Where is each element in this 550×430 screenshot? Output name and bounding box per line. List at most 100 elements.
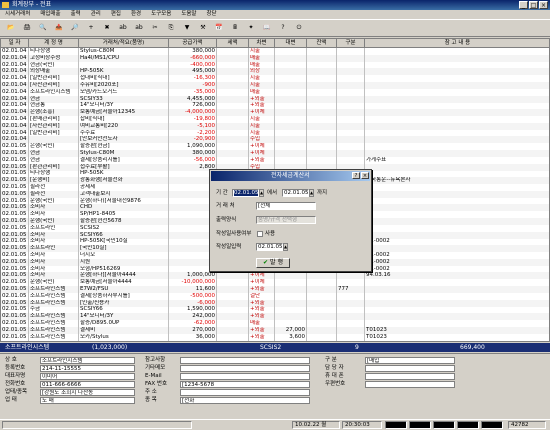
- info-type-field[interactable]: [매입: [365, 357, 455, 364]
- book-icon[interactable]: 📖: [260, 21, 274, 35]
- date-to-input[interactable]: 02.01.05: [282, 189, 309, 197]
- date-from-spinner[interactable]: ▲: [259, 189, 264, 197]
- cut-icon[interactable]: ✂: [148, 21, 162, 35]
- calc-icon[interactable]: 🖩: [228, 21, 242, 35]
- menu-item[interactable]: 출력: [66, 10, 86, 19]
- info-company-field[interactable]: 소프트라인시스템: [40, 357, 135, 364]
- info-manager-field[interactable]: [365, 365, 455, 372]
- table-row[interactable]: 02.01.05 소프트라인스템 모카/Stylus 36,000 +외출 3,600 T0…: [1, 333, 549, 341]
- preview-icon[interactable]: 🔍: [36, 21, 50, 35]
- issue-button-label: 발 행: [270, 259, 283, 266]
- open-icon[interactable]: 📂: [4, 21, 18, 35]
- date-to-spinner[interactable]: ▲: [309, 189, 314, 197]
- status-message: [2, 421, 192, 429]
- column-header[interactable]: 계 정 명: [29, 39, 79, 47]
- info-ceo-field[interactable]: 이미어: [40, 373, 135, 380]
- info-zip-field[interactable]: [365, 381, 455, 388]
- menu-item[interactable]: 창닫: [202, 10, 222, 19]
- export-icon[interactable]: 📤: [52, 21, 66, 35]
- grid-header: 일 자계 정 명 거래처/적요(품명) 공급가액 세액 차변 대변 잔액 구분 참 고 내 용: [1, 39, 549, 48]
- tool-icon[interactable]: ⚒: [196, 21, 210, 35]
- column-header[interactable]: 잔액: [307, 39, 337, 47]
- summary-bar: 소프트라인시스템 (1,023,000) SCSIS2 9 669,400: [0, 343, 550, 352]
- status-indicator: [433, 421, 455, 429]
- dialog-help-button[interactable]: ?: [352, 172, 360, 179]
- info-label: 주 소: [145, 389, 157, 395]
- table-cell: 02.01.05: [1, 333, 29, 341]
- menu-item[interactable]: 편집: [106, 10, 126, 19]
- summary-count: (1,023,000): [92, 344, 128, 351]
- column-header[interactable]: 대변: [275, 39, 307, 47]
- copy-icon[interactable]: ⎘: [164, 21, 178, 35]
- table-cell: [217, 333, 249, 341]
- payment-checkbox[interactable]: [257, 231, 263, 237]
- range-end-label: 까지: [317, 190, 328, 196]
- menu-item[interactable]: 도움말: [176, 10, 201, 19]
- column-header[interactable]: 참 고 내 용: [365, 39, 549, 47]
- info-label: 상 호: [5, 357, 17, 363]
- checkmark-icon: ✔: [263, 259, 269, 266]
- dialog-close-button[interactable]: ×: [361, 172, 369, 179]
- issue-button[interactable]: ✔ 발 행: [256, 258, 290, 268]
- issue-date-input[interactable]: 02.01.05: [256, 243, 283, 251]
- window-title: 회계장부 - 전표: [12, 1, 52, 8]
- info-label: 업태/종목: [5, 389, 28, 395]
- info-email-field[interactable]: [180, 373, 310, 380]
- close-button[interactable]: ×: [539, 1, 548, 9]
- info-mobile-field[interactable]: [365, 373, 455, 380]
- info-label: 등록번호: [5, 365, 26, 371]
- delete-icon[interactable]: ✖: [100, 21, 114, 35]
- menu-item[interactable]: 관리: [86, 10, 106, 19]
- info-note-field[interactable]: [180, 357, 310, 364]
- column-header[interactable]: 차변: [249, 39, 275, 47]
- info-memo-field[interactable]: [180, 365, 310, 372]
- filter-icon[interactable]: ▼: [180, 21, 194, 35]
- close-icon[interactable]: ⏻: [292, 21, 306, 35]
- issue-date-label: 작성일입력: [216, 244, 242, 250]
- column-header[interactable]: 공급가액: [169, 39, 217, 47]
- info-fax-field[interactable]: [1234-5678: [180, 381, 310, 388]
- menu-item[interactable]: 도구모음: [146, 10, 176, 19]
- info-phone-field[interactable]: 011-666-6666: [40, 381, 135, 388]
- star-icon[interactable]: ✦: [244, 21, 258, 35]
- client-input[interactable]: [전체: [256, 202, 316, 210]
- calendar-icon[interactable]: 📅: [212, 21, 226, 35]
- info-label: 종 목: [145, 397, 157, 403]
- column-header[interactable]: 세액: [217, 39, 249, 47]
- summary-total: 669,400: [460, 344, 485, 351]
- abc-icon[interactable]: ab: [116, 21, 130, 35]
- summary-item: SCSIS2: [260, 344, 282, 351]
- payment-label: 작성일사용여부: [216, 231, 252, 237]
- issue-date-spinner[interactable]: ▲: [283, 243, 288, 251]
- abc2-icon[interactable]: ab: [132, 21, 146, 35]
- info-label: 업 태: [5, 397, 17, 403]
- menu-item[interactable]: 시세거래처: [0, 10, 35, 19]
- menu-item[interactable]: 환경: [126, 10, 146, 19]
- info-business-field[interactable]: 도 매: [40, 397, 135, 404]
- info-regno-field[interactable]: 214-11-15555: [40, 365, 135, 372]
- table-cell: T01023: [365, 334, 549, 341]
- info-item-field[interactable]: [전화: [180, 397, 310, 404]
- info-label: 휴 대 폰: [325, 373, 344, 379]
- summary-qty: 9: [355, 344, 359, 351]
- info-address-field[interactable]: [강원도 조희시 나잔동: [40, 389, 135, 396]
- minimize-button[interactable]: _: [519, 1, 528, 9]
- add-icon[interactable]: +: [84, 21, 98, 35]
- column-header[interactable]: 거래처/적요(품명): [79, 39, 169, 47]
- column-header[interactable]: 일 자: [1, 39, 29, 47]
- info-label: 기타메모: [145, 365, 166, 371]
- sort-select[interactable]: 품명/규격 선택형: [256, 216, 316, 224]
- info-addr2-field[interactable]: [180, 389, 310, 396]
- status-date: 10.02.22 월: [292, 421, 340, 429]
- status-code: 42782: [508, 421, 546, 429]
- date-from-input[interactable]: 02.01.05: [232, 189, 259, 197]
- print-icon[interactable]: 🖨: [20, 21, 34, 35]
- status-indicator: [409, 421, 431, 429]
- column-header[interactable]: 구분: [337, 39, 365, 47]
- table-cell: +외출: [249, 333, 275, 341]
- find-icon[interactable]: 🔎: [68, 21, 82, 35]
- toolbar: 📂 🖨 🔍 📤 🔎 + ✖ ab ab ✂ ⎘ ▼ ⚒ 📅 🖩 ✦ 📖? ⏻: [0, 19, 550, 37]
- maximize-button[interactable]: □: [529, 1, 538, 9]
- menu-item[interactable]: 매입매출: [35, 10, 65, 19]
- help-icon[interactable]: ?: [276, 21, 290, 35]
